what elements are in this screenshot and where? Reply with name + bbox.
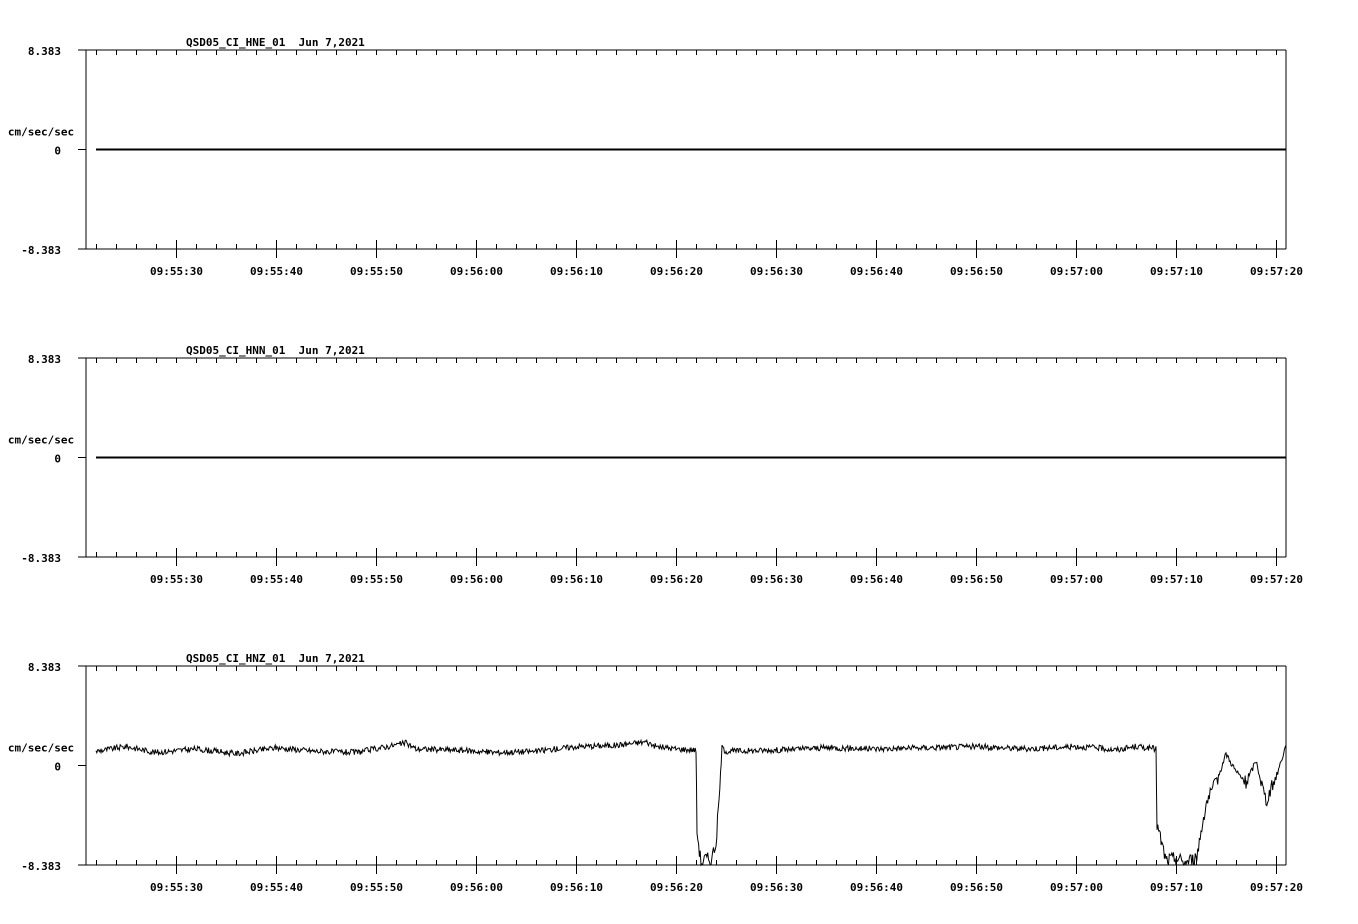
- y-tick-label: 8.383: [28, 45, 61, 58]
- x-tick-label: 09:57:00: [1050, 573, 1103, 586]
- x-tick-label: 09:56:40: [850, 573, 903, 586]
- x-tick-label: 09:56:10: [550, 573, 603, 586]
- x-tick-label: 09:55:30: [150, 265, 203, 278]
- trace-line: [95, 738, 1287, 867]
- x-tick-label: 09:56:10: [550, 881, 603, 894]
- y-axis-label: cm/sec/sec: [8, 742, 74, 755]
- x-tick-label: 09:56:30: [750, 573, 803, 586]
- x-tick-label: 09:57:00: [1050, 265, 1103, 278]
- x-tick-label: 09:57:10: [1150, 881, 1203, 894]
- x-tick-label: 09:55:40: [250, 265, 303, 278]
- chart-panel-3: 09:55:30 09:55:40 09:55:50 09:56:00 09:56:10…: [8, 652, 1303, 894]
- x-tick-label: 09:55:50: [350, 573, 403, 586]
- x-tick-label: 09:55:40: [250, 881, 303, 894]
- chart-panel-1: 09:55:30 09:55:40 09:55:50 09:56:00 09:56:10…: [8, 36, 1303, 278]
- x-tick-label: 09:56:50: [950, 881, 1003, 894]
- y-axis-label: cm/sec/sec: [8, 434, 74, 447]
- x-tick-label: 09:56:00: [450, 265, 503, 278]
- x-tick-label: 09:56:40: [850, 881, 903, 894]
- x-tick-label: 09:57:20: [1250, 265, 1303, 278]
- x-tick-label: 09:57:20: [1250, 573, 1303, 586]
- x-tick-label: 09:55:30: [150, 573, 203, 586]
- y-tick-label: -8.383: [21, 860, 61, 873]
- x-tick-label: 09:55:50: [350, 881, 403, 894]
- seismogram-figure: 09:55:30 09:55:40 09:55:50 09:56:00 09:56:10…: [8, 36, 1303, 894]
- x-tick-label: 09:56:00: [450, 881, 503, 894]
- x-tick-label: 09:57:10: [1150, 573, 1203, 586]
- chart-panel-2: 09:55:30 09:55:40 09:55:50 09:56:00 09:56:10…: [8, 344, 1303, 586]
- chart-title: QSD05_CI_HNE_01 Jun 7,2021: [186, 36, 365, 49]
- x-tick-label: 09:57:10: [1150, 265, 1203, 278]
- y-tick-label: 0: [54, 145, 61, 158]
- x-tick-label: 09:56:30: [750, 881, 803, 894]
- x-tick-label: 09:56:20: [650, 881, 703, 894]
- x-tick-label: 09:55:30: [150, 881, 203, 894]
- x-tick-label: 09:56:30: [750, 265, 803, 278]
- y-tick-label: 8.383: [28, 661, 61, 674]
- y-tick-label: 0: [54, 761, 61, 774]
- x-tick-label: 09:56:20: [650, 573, 703, 586]
- chart-title: QSD05_CI_HNZ_01 Jun 7,2021: [186, 652, 365, 665]
- x-tick-label: 09:57:00: [1050, 881, 1103, 894]
- chart-title: QSD05_CI_HNN_01 Jun 7,2021: [186, 344, 365, 357]
- y-tick-label: -8.383: [21, 244, 61, 257]
- y-tick-label: -8.383: [21, 552, 61, 565]
- y-axis-label: cm/sec/sec: [8, 126, 74, 139]
- x-tick-label: 09:56:20: [650, 265, 703, 278]
- y-tick-label: 0: [54, 453, 61, 466]
- x-tick-label: 09:56:50: [950, 265, 1003, 278]
- y-tick-label: 8.383: [28, 353, 61, 366]
- x-tick-label: 09:56:00: [450, 573, 503, 586]
- x-tick-label: 09:57:20: [1250, 881, 1303, 894]
- x-tick-label: 09:55:40: [250, 573, 303, 586]
- x-tick-label: 09:56:10: [550, 265, 603, 278]
- x-tick-label: 09:55:50: [350, 265, 403, 278]
- x-tick-label: 09:56:40: [850, 265, 903, 278]
- x-tick-label: 09:56:50: [950, 573, 1003, 586]
